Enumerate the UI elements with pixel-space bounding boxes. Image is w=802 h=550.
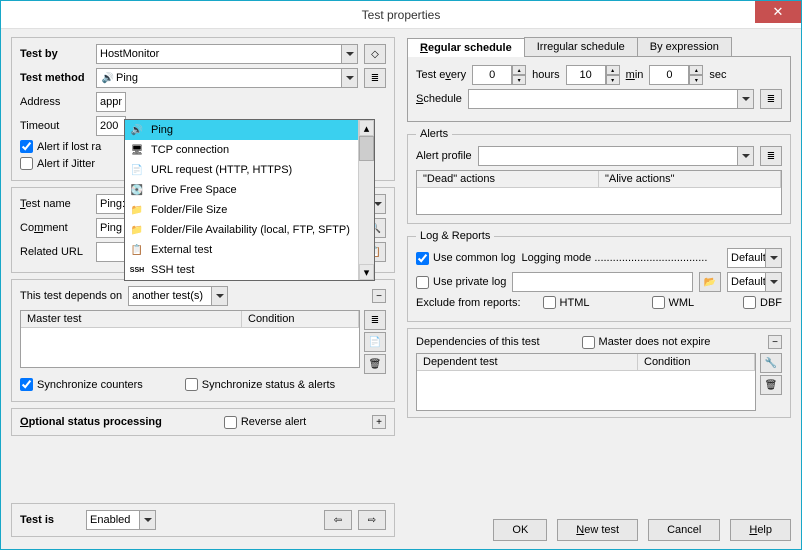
actions-table[interactable]: "Dead" actions"Alive actions" (416, 170, 782, 215)
chevron-down-icon[interactable] (737, 90, 753, 108)
hours-spinner[interactable]: ▴▾ (472, 65, 526, 85)
tab-irregular[interactable]: Irregular schedule (524, 37, 638, 56)
window: Test properties ✕ Test by HostMonitor ◇ … (0, 0, 802, 550)
chevron-down-icon[interactable] (139, 511, 155, 529)
private-mode-combo[interactable]: Default (727, 272, 782, 292)
sec-spinner[interactable]: ▴▾ (649, 65, 703, 85)
chevron-down-icon[interactable] (765, 273, 781, 291)
log-fieldset: Log & Reports Use common log Logging mod… (407, 230, 791, 322)
dropdown-item-folder-avail[interactable]: 📁Folder/File Availability (local, FTP, S… (125, 220, 374, 240)
wml-checkbox[interactable] (652, 296, 665, 309)
test-name-label: Test name (20, 198, 90, 210)
alert-jitter-checkbox[interactable] (20, 157, 33, 170)
dependent-table[interactable]: Dependent testCondition (416, 353, 756, 411)
dropdown-item-tcp[interactable]: 🖥TCP connection (125, 140, 374, 160)
ok-button[interactable]: OK (493, 519, 547, 541)
dropdown-item-ping[interactable]: 🔊Ping (125, 120, 374, 140)
use-common-checkbox[interactable] (416, 252, 429, 265)
test-is-combo[interactable]: Enabled (86, 510, 156, 530)
test-method-dropdown: 🔊Ping 🖥TCP connection 📄URL request (HTTP… (124, 119, 375, 281)
depends-combo[interactable]: another test(s) (128, 286, 228, 306)
delete-icon[interactable]: 🗑 (364, 354, 386, 374)
alerts-fieldset: Alerts Alert profile ≣ "Dead" actions"Al… (407, 128, 791, 224)
titlebar: Test properties ✕ (1, 1, 801, 29)
close-button[interactable]: ✕ (755, 1, 801, 23)
list-icon[interactable]: ≣ (760, 89, 782, 109)
chevron-down-icon[interactable] (341, 45, 357, 63)
master-test-table[interactable]: Master testCondition (20, 310, 360, 368)
eraser-icon[interactable]: ◇ (364, 44, 386, 64)
related-url-label: Related URL (20, 246, 90, 258)
alert-profile-label: Alert profile (416, 150, 472, 162)
dbf-checkbox[interactable] (743, 296, 756, 309)
list-icon[interactable]: ≣ (364, 68, 386, 88)
list-icon[interactable]: ≣ (364, 310, 386, 330)
dropdown-item-drive[interactable]: 💽Drive Free Space (125, 180, 374, 200)
alert-jitter-label: Alert if Jitter (37, 158, 95, 170)
test-by-label: Test by (20, 48, 90, 60)
schedule-tabs: Regular schedule Irregular schedule By e… (407, 37, 791, 57)
list-icon[interactable]: ≣ (760, 146, 782, 166)
address-label: Address (20, 96, 90, 108)
html-checkbox[interactable] (543, 296, 556, 309)
dropdown-scrollbar[interactable]: ▴ ▾ (358, 120, 374, 280)
col-master: Master test (21, 311, 242, 327)
folder-icon[interactable]: 📂 (699, 272, 721, 292)
window-title: Test properties (362, 8, 441, 22)
sync-status-checkbox[interactable] (185, 378, 198, 391)
logging-mode-combo[interactable]: Default (727, 248, 782, 268)
min-spinner[interactable]: ▴▾ (566, 65, 620, 85)
address-input[interactable] (96, 92, 126, 112)
chevron-down-icon[interactable] (765, 249, 781, 267)
help-button[interactable]: Help (730, 519, 791, 541)
sync-counters-checkbox[interactable] (20, 378, 33, 391)
scroll-down-icon[interactable]: ▾ (359, 264, 374, 280)
timeout-label: Timeout (20, 120, 90, 132)
chevron-down-icon[interactable] (737, 147, 753, 165)
use-private-checkbox[interactable] (416, 276, 429, 289)
expand-icon[interactable]: + (372, 415, 386, 429)
private-log-input[interactable] (512, 272, 693, 292)
scroll-up-icon[interactable]: ▴ (359, 120, 374, 136)
alert-profile-combo[interactable] (478, 146, 754, 166)
test-method-combo[interactable]: 🔊Ping (96, 68, 358, 88)
test-every-label: Test every (416, 69, 466, 81)
test-by-combo[interactable]: HostMonitor (96, 44, 358, 64)
dropdown-item-folder-size[interactable]: 📁Folder/File Size (125, 200, 374, 220)
schedule-label: Schedule (416, 93, 462, 105)
alert-lost-checkbox[interactable] (20, 140, 33, 153)
schedule-combo[interactable] (468, 89, 754, 109)
new-test-button[interactable]: New test (557, 519, 638, 541)
scroll-thumb[interactable] (359, 136, 374, 161)
cancel-button[interactable]: Cancel (648, 519, 720, 541)
tab-regular[interactable]: Regular schedule (407, 38, 525, 57)
dropdown-item-url[interactable]: 📄URL request (HTTP, HTTPS) (125, 160, 374, 180)
delete-icon[interactable]: 🗑 (760, 375, 782, 395)
dropdown-item-external[interactable]: 📋External test (125, 240, 374, 260)
timeout-input[interactable] (96, 116, 126, 136)
tab-expression[interactable]: By expression (637, 37, 732, 56)
chevron-down-icon[interactable] (211, 287, 227, 305)
reverse-alert-checkbox[interactable] (224, 416, 237, 429)
deps-label: Dependencies of this test (416, 336, 540, 348)
col-condition: Condition (242, 311, 359, 327)
collapse-icon[interactable]: − (372, 289, 386, 303)
master-expire-checkbox[interactable] (582, 336, 595, 349)
next-button[interactable]: ⇨ (358, 510, 386, 530)
alert-lost-label: Alert if lost ra (37, 141, 101, 153)
test-method-label: Test method (20, 72, 90, 84)
chevron-down-icon[interactable] (341, 69, 357, 87)
tool-icon[interactable]: 🔧 (760, 353, 782, 373)
optional-status-label: Optional status processing (20, 416, 162, 428)
collapse-icon[interactable]: − (768, 335, 782, 349)
depends-label: This test depends on (20, 290, 122, 302)
test-is-label: Test is (20, 514, 54, 526)
new-icon[interactable]: 📄 (364, 332, 386, 352)
dropdown-item-ssh[interactable]: SSHSSH test (125, 260, 374, 280)
prev-button[interactable]: ⇦ (324, 510, 352, 530)
comment-label: Comment (20, 222, 90, 234)
